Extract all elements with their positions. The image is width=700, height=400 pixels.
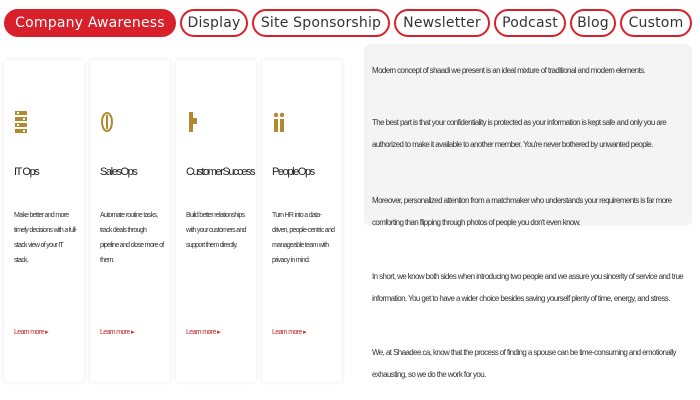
tab-bar: Company Awareness Display Site Sponsorsh… <box>4 9 696 39</box>
people-icon <box>272 108 286 136</box>
building-icon <box>14 108 28 136</box>
intro-paragraph: Modern concept of shaadi we present is a… <box>372 66 646 75</box>
customer-icon <box>186 108 200 136</box>
card-salesops: SalesOps Automate routine tasks, track d… <box>90 60 170 382</box>
card-title: PeopleOps <box>272 166 315 178</box>
card-customer-success: CustomerSuccess Build better relationshi… <box>176 60 256 382</box>
card-description: Automate routine tasks, track deals thro… <box>100 212 164 264</box>
tab-display[interactable]: Display <box>180 9 248 37</box>
card-description: Turn HR into a data-driven, people-centr… <box>272 212 335 264</box>
card-description: Build better relationships with your cus… <box>186 212 246 249</box>
learn-more-link[interactable]: Learn more ▸ <box>272 328 307 336</box>
card-it-ops: IT Ops Make better and more timely decis… <box>4 60 84 382</box>
learn-more-link[interactable]: Learn more ▸ <box>100 328 135 336</box>
learn-more-link[interactable]: Learn more ▸ <box>186 328 221 336</box>
sincerity-paragraph: In short, we know both sides when introd… <box>372 272 684 303</box>
feature-cards: IT Ops Make better and more timely decis… <box>0 60 350 382</box>
tab-custom[interactable]: Custom <box>620 9 692 37</box>
matchmaker-paragraph: Moreover, personalized attention from a … <box>372 196 672 227</box>
confidentiality-paragraph: The best part is that your confidentiali… <box>372 118 667 149</box>
tab-company-awareness[interactable]: Company Awareness <box>4 9 176 37</box>
closing-paragraph: We, at Shaadee.ca, know that the process… <box>372 348 677 379</box>
tab-site-sponsorship[interactable]: Site Sponsorship <box>252 9 390 37</box>
card-peopleops: PeopleOps Turn HR into a data-driven, pe… <box>262 60 342 382</box>
dollar-icon <box>100 108 114 136</box>
tab-newsletter[interactable]: Newsletter <box>394 9 490 37</box>
card-description: Make better and more timely decisions wi… <box>14 212 77 264</box>
tab-podcast[interactable]: Podcast <box>494 9 566 37</box>
card-title: SalesOps <box>100 166 138 178</box>
card-title: CustomerSuccess <box>186 166 256 178</box>
card-title: IT Ops <box>14 166 40 178</box>
tab-blog[interactable]: Blog <box>570 9 616 37</box>
learn-more-link[interactable]: Learn more ▸ <box>14 328 49 336</box>
